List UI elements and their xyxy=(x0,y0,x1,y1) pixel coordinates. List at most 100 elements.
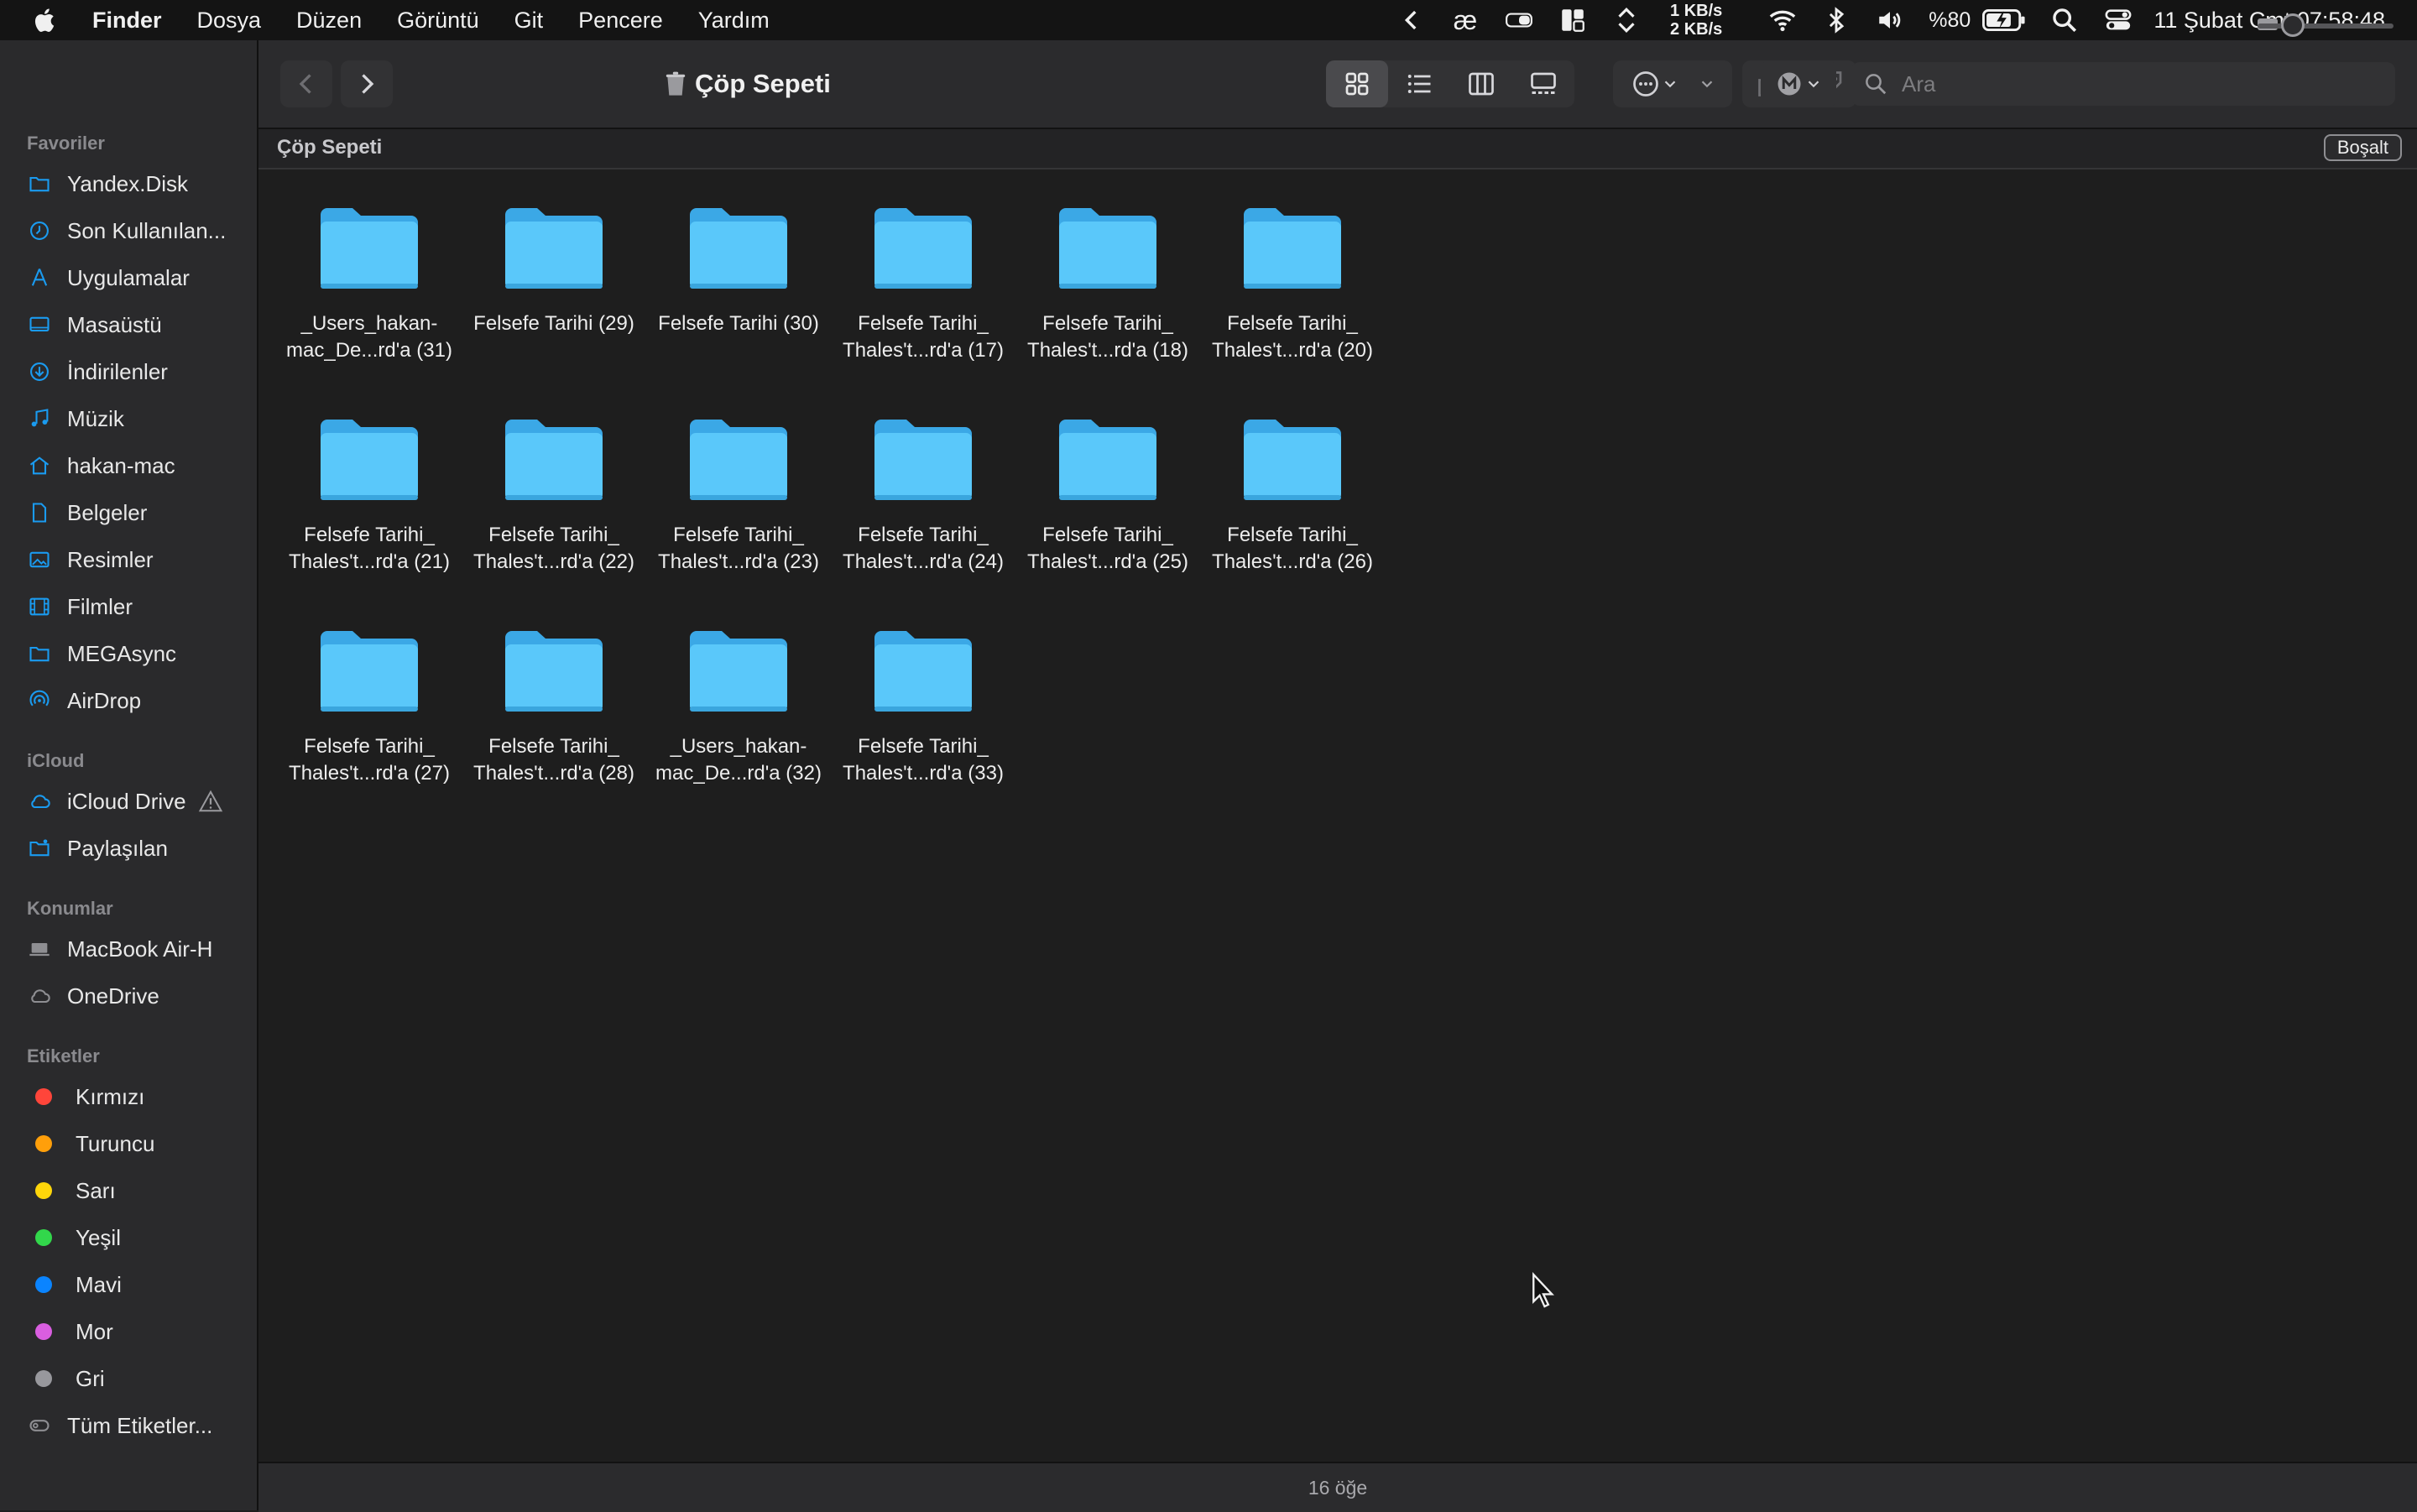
icon-size-slider-knob[interactable] xyxy=(2281,13,2305,37)
menu-edit[interactable]: Düzen xyxy=(296,8,362,34)
sidebar-item-downloads[interactable]: İndirilenler xyxy=(27,351,253,393)
folder-icon xyxy=(690,208,787,289)
folder-name-line: mac_De...rd'a (32) xyxy=(655,762,822,785)
folder-item[interactable]: Felsefe Tarihi_ Thales't...rd'a (25) xyxy=(1015,381,1200,582)
grid-icon xyxy=(1345,72,1369,96)
apple-logo-icon[interactable] xyxy=(32,7,55,34)
sidebar-item-recents[interactable]: Son Kullanılan... xyxy=(27,210,253,252)
window-layout-icon[interactable] xyxy=(1556,3,1590,37)
battery-charging-icon[interactable] xyxy=(1981,3,2028,37)
folder-icon xyxy=(874,208,972,289)
folder-item[interactable]: Felsefe Tarihi_ Thales't...rd'a (26) xyxy=(1200,381,1385,582)
sidebar-item-label: Paylaşılan xyxy=(67,835,168,861)
battery-percent[interactable]: %80 xyxy=(1929,8,1971,33)
volume-icon[interactable] xyxy=(1873,3,1907,37)
sidebar-item-onedrive[interactable]: OneDrive xyxy=(27,975,253,1017)
folder-item[interactable]: Felsefe Tarihi_ Thales't...rd'a (18) xyxy=(1015,169,1200,371)
list-view-button[interactable] xyxy=(1388,60,1450,107)
folder-item[interactable]: Felsefe Tarihi (29) xyxy=(462,169,646,371)
folder-item[interactable]: Felsefe Tarihi_ Thales't...rd'a (33) xyxy=(831,592,1015,794)
sidebar-all-tags[interactable]: Tüm Etiketler... xyxy=(27,1405,253,1447)
folder-name-line: _Users_hakan- xyxy=(670,735,807,758)
mega-extension-button[interactable] xyxy=(1761,60,1836,107)
sidebar-item-label: Mor xyxy=(76,1318,113,1344)
sidebar-item-yandex-disk[interactable]: Yandex.Disk xyxy=(27,163,253,205)
chevron-left-icon[interactable] xyxy=(1395,3,1428,37)
folder-icon xyxy=(690,420,787,500)
folder-item[interactable]: Felsefe Tarihi (30) xyxy=(646,169,831,371)
forward-button[interactable] xyxy=(341,60,393,107)
back-button[interactable] xyxy=(280,60,332,107)
menu-window[interactable]: Pencere xyxy=(578,8,663,34)
up-down-arrows-icon[interactable] xyxy=(1610,3,1643,37)
toggle-icon[interactable] xyxy=(1502,3,1536,37)
folder-item[interactable]: Felsefe Tarihi_ Thales't...rd'a (22) xyxy=(462,381,646,582)
menu-view[interactable]: Görüntü xyxy=(397,8,479,34)
sidebar-item-megasync[interactable]: MEGAsync xyxy=(27,633,253,675)
sidebar-item-applications[interactable]: Uygulamalar xyxy=(27,257,253,299)
search-field[interactable] xyxy=(1851,62,2395,106)
folder-name: Felsefe Tarihi_ Thales't...rd'a (27) xyxy=(277,733,462,787)
spotlight-search-icon[interactable] xyxy=(2048,3,2081,37)
folder-name-line: Felsefe Tarihi_ xyxy=(304,735,435,758)
folder-item[interactable]: Felsefe Tarihi_ Thales't...rd'a (28) xyxy=(462,592,646,794)
folder-item[interactable]: _Users_hakan-mac_De...rd'a (31) xyxy=(277,169,462,371)
control-center-icon[interactable] xyxy=(2101,3,2135,37)
film-icon xyxy=(27,594,52,619)
ae-ligature-icon[interactable]: æ xyxy=(1449,3,1482,37)
sidebar-tag-gray[interactable]: Gri xyxy=(27,1358,253,1400)
sidebar-item-movies[interactable]: Filmler xyxy=(27,586,253,628)
folder-name-line: Thales't...rd'a (23) xyxy=(658,550,819,573)
sidebar-tag-red[interactable]: Kırmızı xyxy=(27,1076,253,1118)
menu-file[interactable]: Dosya xyxy=(197,8,262,34)
folder-item[interactable]: Felsefe Tarihi_ Thales't...rd'a (21) xyxy=(277,381,462,582)
sidebar-item-macbook[interactable]: MacBook Air-H xyxy=(27,928,253,970)
icon-size-slider[interactable] xyxy=(2258,23,2394,29)
empty-trash-button[interactable]: Boşalt xyxy=(2323,134,2402,161)
sidebar-item-documents[interactable]: Belgeler xyxy=(27,492,253,534)
folder-name-line: Felsefe Tarihi_ xyxy=(1227,312,1358,335)
shared-folder-icon xyxy=(27,836,52,861)
menu-go[interactable]: Git xyxy=(514,8,544,34)
folder-item[interactable]: Felsefe Tarihi_ Thales't...rd'a (27) xyxy=(277,592,462,794)
icon-view-button[interactable] xyxy=(1326,60,1388,107)
laptop-icon xyxy=(27,936,52,962)
sidebar-tag-green[interactable]: Yeşil xyxy=(27,1217,253,1259)
home-icon xyxy=(27,453,52,478)
folder-item[interactable]: Felsefe Tarihi_ Thales't...rd'a (23) xyxy=(646,381,831,582)
sidebar-item-label: Mavi xyxy=(76,1271,122,1297)
sidebar-item-pictures[interactable]: Resimler xyxy=(27,539,253,581)
sidebar-item-home[interactable]: hakan-mac xyxy=(27,445,253,487)
status-bar: 16 öğe xyxy=(258,1462,2417,1512)
file-grid: _Users_hakan-mac_De...rd'a (31) Felsefe T… xyxy=(258,169,2417,1462)
sidebar-item-music[interactable]: Müzik xyxy=(27,398,253,440)
folder-item[interactable]: Felsefe Tarihi_ Thales't...rd'a (17) xyxy=(831,169,1015,371)
bluetooth-icon[interactable] xyxy=(1819,3,1853,37)
more-actions-button[interactable] xyxy=(1613,60,1697,107)
menu-app-finder[interactable]: Finder xyxy=(92,8,162,34)
sidebar-tag-yellow[interactable]: Sarı xyxy=(27,1170,253,1212)
folder-name: Felsefe Tarihi_ Thales't...rd'a (18) xyxy=(1015,310,1200,364)
search-input[interactable] xyxy=(1900,70,2373,98)
gallery-view-button[interactable] xyxy=(1512,60,1574,107)
wifi-icon[interactable] xyxy=(1766,3,1799,37)
sidebar-tag-blue[interactable]: Mavi xyxy=(27,1264,253,1306)
folder-name-line: Felsefe Tarihi (30) xyxy=(658,312,819,335)
sidebar-item-shared[interactable]: Paylaşılan xyxy=(27,827,253,869)
column-view-button[interactable] xyxy=(1450,60,1512,107)
network-speed[interactable]: 1 KB/s 2 KB/s xyxy=(1670,2,1722,39)
folder-item[interactable]: Felsefe Tarihi_ Thales't...rd'a (24) xyxy=(831,381,1015,582)
folder-item[interactable]: Felsefe Tarihi_ Thales't...rd'a (20) xyxy=(1200,169,1385,371)
sidebar-tag-orange[interactable]: Turuncu xyxy=(27,1123,253,1165)
sidebar-item-icloud-drive[interactable]: iCloud Drive xyxy=(27,780,253,822)
sidebar-tag-purple[interactable]: Mor xyxy=(27,1311,253,1353)
location-title: Çöp Sepeti xyxy=(277,136,383,159)
airdrop-icon xyxy=(27,688,52,713)
menu-help[interactable]: Yardım xyxy=(698,8,770,34)
folder-item[interactable]: _Users_hakan-mac_De...rd'a (32) xyxy=(646,592,831,794)
sidebar-item-desktop[interactable]: Masaüstü xyxy=(27,304,253,346)
folder-icon xyxy=(27,641,52,666)
photo-icon xyxy=(27,547,52,572)
sidebar-item-airdrop[interactable]: AirDrop xyxy=(27,680,253,722)
folder-icon xyxy=(321,420,418,500)
